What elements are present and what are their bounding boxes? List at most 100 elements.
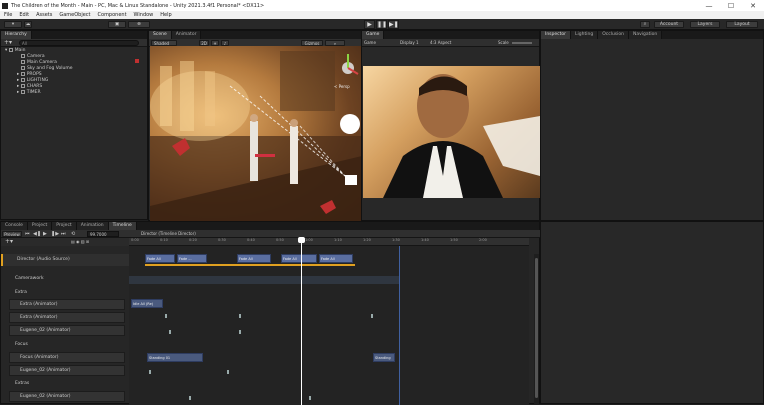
keyframe-marker[interactable]	[189, 396, 191, 400]
maximize-button[interactable]: ☐	[720, 2, 742, 10]
timeline-scrollbar-thumb[interactable]	[535, 258, 538, 398]
clip-fade-2[interactable]: Fade ...	[177, 254, 207, 263]
game-display-mode[interactable]: Game	[364, 39, 376, 47]
loop-icon[interactable]: ⟲	[71, 230, 75, 238]
layers-dropdown[interactable]: Layers	[690, 21, 720, 28]
scene-viewport[interactable]: < Persp	[150, 46, 362, 221]
group-extras[interactable]: Extras	[5, 379, 125, 389]
minimize-button[interactable]: —	[698, 2, 720, 10]
close-button[interactable]: ✕	[742, 2, 764, 10]
scale-label: Scale	[498, 40, 509, 45]
menu-edit[interactable]: Edit	[19, 12, 29, 18]
tab-animation[interactable]: Animation	[76, 222, 109, 230]
track-director-audio[interactable]: Director (Audio Source)	[1, 254, 129, 266]
pause-button[interactable]: ❚❚	[376, 20, 387, 29]
persp-label[interactable]: < Persp	[334, 84, 350, 89]
play-button[interactable]: ▶	[364, 20, 375, 29]
frame-field[interactable]: 99.7000	[87, 231, 119, 237]
group-extra[interactable]: Extra	[5, 288, 125, 298]
tab-hierarchy[interactable]: Hierarchy	[1, 31, 32, 39]
clip-extra-idle[interactable]: Idle All (Re)	[131, 299, 163, 308]
preview-button[interactable]: Preview	[2, 231, 22, 237]
keyframe-marker[interactable]	[165, 314, 167, 318]
global-toggle[interactable]: ⊕	[128, 21, 150, 28]
account-dropdown[interactable]: Account	[654, 21, 684, 28]
group-camerawork[interactable]: Camerawork	[5, 274, 125, 284]
menu-gameobject[interactable]: GameObject	[59, 12, 90, 18]
menu-component[interactable]: Component	[98, 12, 127, 18]
director-audio-label: Director (Audio Source)	[17, 257, 70, 262]
tab-lighting[interactable]: Lighting	[571, 31, 599, 39]
playhead-handle[interactable]	[298, 237, 305, 243]
gameobject-icon	[21, 65, 25, 70]
layout-dropdown[interactable]: Layout	[726, 21, 758, 28]
add-track-icon[interactable]: +▾	[5, 238, 13, 246]
menu-assets[interactable]: Assets	[36, 12, 52, 18]
ruler-tick-label: 0:30	[218, 238, 226, 242]
clip-fade-1[interactable]: Fade All	[145, 254, 175, 263]
collab-button[interactable]: ▣	[108, 21, 126, 28]
menu-window[interactable]: Window	[134, 12, 154, 18]
clip-fade-4[interactable]: Fade All	[281, 254, 317, 263]
clip-focus-standing-2[interactable]: Standing	[373, 353, 395, 362]
tab-animator[interactable]: Animator	[171, 31, 202, 39]
timeline-scrollbar[interactable]	[534, 254, 539, 404]
ruler-tick-label: 0:50	[276, 238, 284, 242]
scale-slider[interactable]	[512, 42, 532, 44]
track-eugene-animator-3[interactable]: Eugene_02 (Animator)	[9, 391, 125, 402]
add-icon[interactable]: +▾	[4, 39, 12, 46]
tab-project-2[interactable]: Project	[52, 222, 77, 230]
keyframe-marker[interactable]	[239, 330, 241, 334]
track-eugene-animator-1[interactable]: Eugene_02 (Animator)	[9, 325, 125, 336]
step-button[interactable]: ▶❚	[388, 20, 399, 29]
clips-area[interactable]: Fade All Fade ... Fade All Fade All Fade…	[129, 237, 529, 405]
tab-project[interactable]: Project	[27, 222, 53, 230]
gameobject-icon	[20, 89, 25, 94]
game-tabbar: Game	[362, 31, 539, 39]
first-frame-icon[interactable]: ⏮	[25, 230, 30, 238]
keyframe-marker[interactable]	[239, 314, 241, 318]
tab-game[interactable]: Game	[362, 31, 385, 39]
time-ruler[interactable]: 0:00 0:10 0:20 0:30 0:40 0:50 1:00 1:10 1:20 1:30…	[129, 238, 529, 246]
last-frame-icon[interactable]: ⏭	[61, 230, 66, 238]
ruler-tick-label: 1:10	[334, 238, 342, 242]
prev-frame-icon[interactable]: ◀❚	[33, 230, 41, 238]
track-extra-animator-1[interactable]: Extra (Animator)	[9, 299, 125, 310]
menu-file[interactable]: File	[4, 12, 12, 18]
menu-help[interactable]: Help	[160, 12, 171, 18]
search-icon[interactable]: ⌕	[640, 21, 650, 28]
track-extra-animator-2[interactable]: Extra (Animator)	[9, 312, 125, 323]
hierarchy-item-timer[interactable]: ▸ TIMER	[17, 89, 41, 96]
keyframe-marker[interactable]	[371, 314, 373, 318]
track-tools-icon[interactable]: ▤ ◉ ▥ ⊞	[71, 238, 89, 246]
tab-scene[interactable]: Scene	[149, 31, 172, 39]
bottom-tabbar: Console Project Project Animation Timeli…	[1, 222, 539, 230]
aspect-dropdown[interactable]: 4:3 Aspect	[430, 39, 451, 47]
clip-fade-5[interactable]: Fade All	[319, 254, 353, 263]
track-eugene-animator-2[interactable]: Eugene_02 (Animator)	[9, 365, 125, 376]
tab-inspector[interactable]: Inspector	[541, 31, 571, 39]
keyframe-marker[interactable]	[149, 370, 151, 374]
keyframe-marker[interactable]	[309, 396, 311, 400]
account-dropdown-left[interactable]: ▾	[4, 21, 22, 28]
ruler-tick-label: 2:00	[479, 238, 487, 242]
clip-fade-3[interactable]: Fade All	[237, 254, 271, 263]
playhead[interactable]	[301, 238, 302, 405]
tab-console[interactable]: Console	[1, 222, 28, 230]
gameobject-icon	[20, 77, 25, 82]
tab-navigation[interactable]: Navigation	[629, 31, 663, 39]
play-timeline-icon[interactable]: ▶	[43, 230, 47, 238]
track-focus-animator[interactable]: Focus (Animator)	[9, 352, 125, 363]
keyframe-marker[interactable]	[227, 370, 229, 374]
group-focus[interactable]: Focus	[5, 340, 125, 350]
keyframe-marker[interactable]	[169, 330, 171, 334]
tab-occlusion[interactable]: Occlusion	[598, 31, 629, 39]
hierarchy-search-input[interactable]: All	[19, 40, 139, 46]
display-dropdown[interactable]: Display 1	[400, 39, 419, 47]
timeline-director-label: Director (Timeline Director)	[141, 231, 196, 236]
cloud-icon[interactable]: ☁	[24, 21, 32, 28]
clip-focus-standing[interactable]: Standing 01	[147, 353, 203, 362]
next-frame-icon[interactable]: ❚▶	[51, 230, 59, 238]
game-render	[383, 74, 540, 198]
tab-timeline[interactable]: Timeline	[108, 222, 137, 230]
